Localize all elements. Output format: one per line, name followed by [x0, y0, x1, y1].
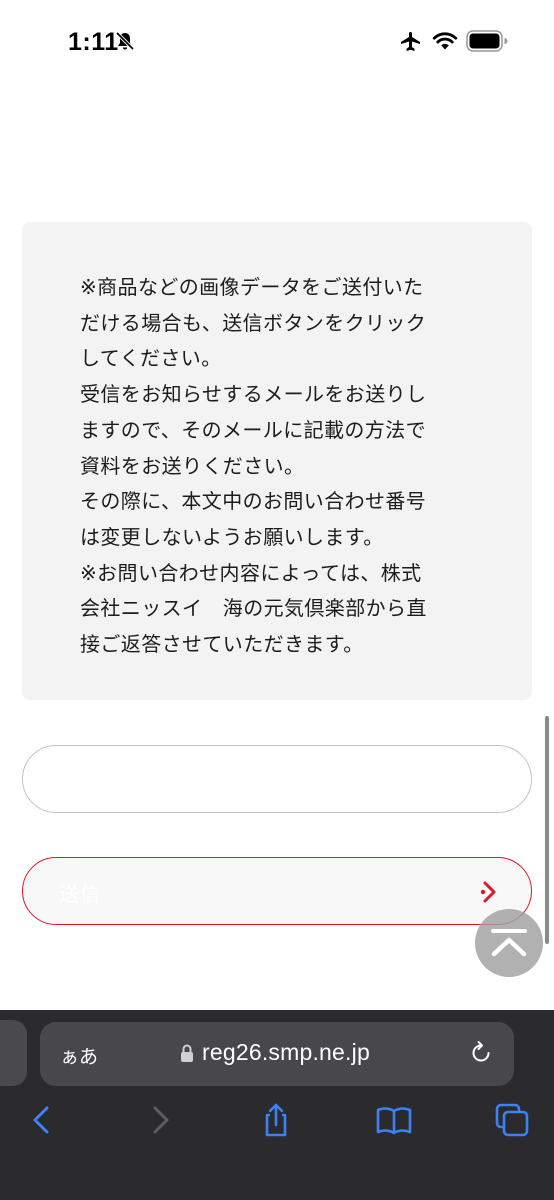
- info-line: してください。: [80, 346, 222, 371]
- submit-button[interactable]: 送信: [22, 857, 532, 925]
- chevron-right-icon: [480, 881, 496, 903]
- previous-tab-peek[interactable]: [0, 1020, 27, 1086]
- info-line: ※商品などの画像データをご送付いた: [80, 275, 424, 299]
- info-line: だける場合も、送信ボタンをクリック: [80, 310, 427, 335]
- info-line: 受信をお知らせするメールをお送りし: [80, 382, 427, 407]
- submit-label: 送信: [59, 882, 101, 906]
- info-line: ますので、そのメールに記載の方法で: [80, 417, 426, 442]
- reload-icon[interactable]: [468, 1040, 494, 1066]
- back-icon[interactable]: [22, 1100, 62, 1140]
- url-text[interactable]: reg26.smp.ne.jp: [202, 1039, 370, 1066]
- info-notice-box: ※商品などの画像データをご送付いた だける場合も、送信ボタンをクリック してくだ…: [22, 222, 532, 700]
- info-line: 接ご返答させていただきます。: [80, 632, 364, 657]
- info-line: 会社ニッスイ 海の元気倶楽部から直: [80, 596, 427, 621]
- scroll-to-top-button[interactable]: [475, 909, 543, 977]
- share-icon[interactable]: [256, 1100, 296, 1140]
- forward-icon[interactable]: [140, 1100, 180, 1140]
- tabs-icon[interactable]: [492, 1100, 532, 1140]
- scroll-indicator[interactable]: [545, 716, 549, 944]
- address-bar[interactable]: ぁあ reg26.smp.ne.jp: [40, 1022, 514, 1086]
- info-line: は変更しないようお願いします。: [80, 524, 384, 549]
- info-line: その際に、本文中のお問い合わせ番号: [80, 489, 427, 514]
- info-line: ※お問い合わせ内容によっては、株式: [80, 560, 422, 585]
- mute-icon: [115, 31, 135, 51]
- info-line: 資料をお送りください。: [80, 453, 305, 478]
- page-settings-button[interactable]: ぁあ: [60, 1042, 98, 1069]
- status-time: 1:11: [68, 28, 119, 56]
- chevron-up-icon: [491, 929, 527, 957]
- bookmarks-icon[interactable]: [374, 1100, 414, 1140]
- airplane-icon: [401, 32, 420, 51]
- battery-icon: [466, 30, 508, 52]
- status-bar: 1:11: [0, 0, 554, 84]
- lock-icon: [181, 1044, 193, 1062]
- text-input-field[interactable]: [22, 745, 532, 813]
- wifi-icon: [432, 32, 458, 50]
